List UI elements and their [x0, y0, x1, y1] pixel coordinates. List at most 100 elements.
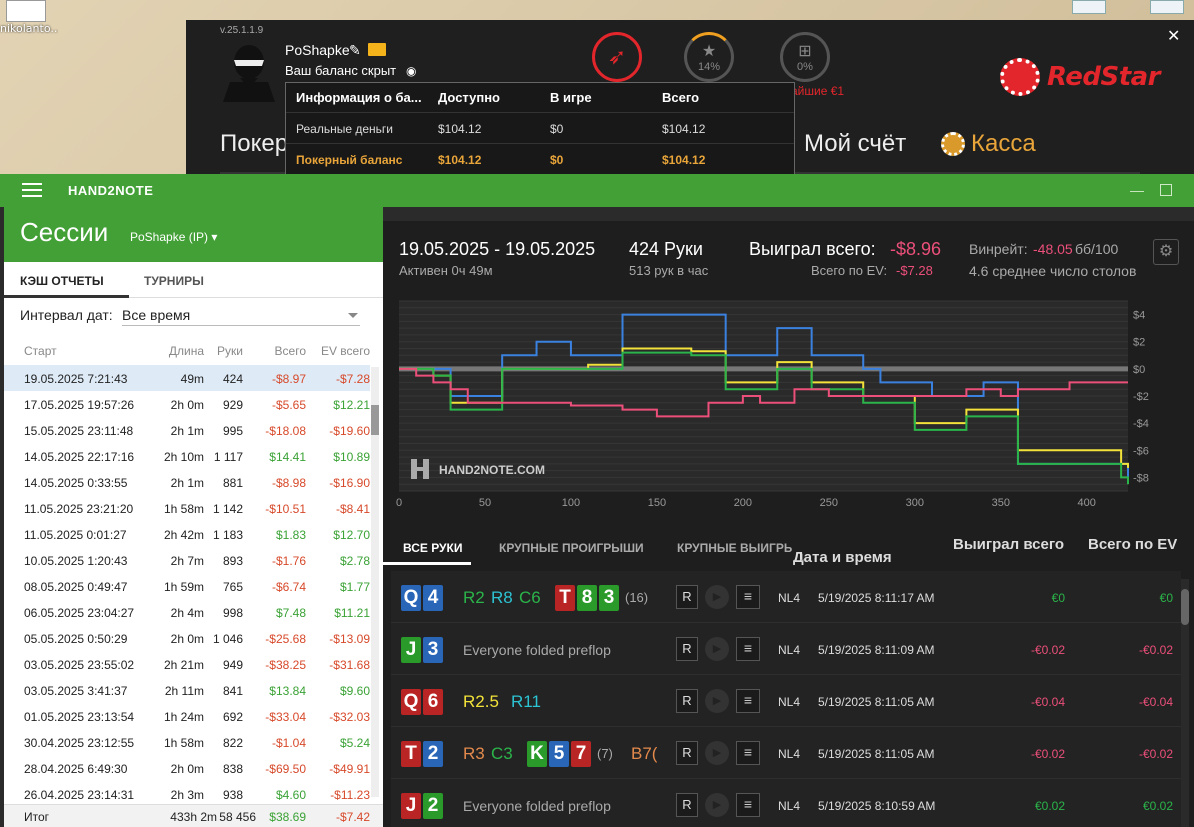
table-row[interactable]: 19.05.2025 7:21:43 49m 424 -$8.97 -$7.28 [4, 365, 370, 391]
player-selector[interactable]: PoShapke (IP) ▾ [130, 230, 217, 244]
table-row[interactable]: 28.04.2025 6:49:30 2h 0m 838 -$69.50 -$49.91 [4, 755, 370, 781]
table-cell: 2h 0m [170, 632, 204, 646]
table-row[interactable]: 15.05.2025 23:11:48 2h 1m 995 -$18.08 -$19.6… [4, 417, 370, 443]
table-cell: $10.89 [333, 450, 370, 464]
hands-scrollbar[interactable] [1181, 579, 1189, 827]
replay-button[interactable]: R [676, 689, 698, 713]
edit-icon[interactable]: ✎ [349, 42, 361, 59]
column-header[interactable]: Руки [217, 344, 243, 358]
eye-icon[interactable]: ◉ [406, 64, 416, 78]
avatar[interactable] [218, 42, 280, 102]
table-row[interactable]: 14.05.2025 0:33:55 2h 1m 881 -$8.98 -$16.90 [4, 469, 370, 495]
hand-row[interactable]: Q 6 R2.5 R11 R ▶ ≡ NL4 5/19/2025 8:11:05 AM -€0.0… [391, 675, 1181, 727]
hole-cards: T2 [401, 741, 443, 767]
scrollbar[interactable] [371, 367, 379, 797]
table-header: Старт Длина Руки Всего EV всего [4, 337, 370, 365]
hand-row[interactable]: T 2 R3 C3 K 5 7 (7) B7(R ▶ ≡ NL4 5/19/2025 8:11:05 A… [391, 727, 1181, 779]
playing-card: 4 [423, 585, 443, 611]
sessions-title: Сессии [20, 217, 109, 247]
hand-history-icon[interactable]: ≡ [736, 585, 760, 609]
hand-history-icon[interactable]: ≡ [736, 793, 760, 817]
hand-history-icon[interactable]: ≡ [736, 741, 760, 765]
maximize-icon[interactable] [1160, 184, 1172, 196]
table-row[interactable]: 17.05.2025 19:57:26 2h 0m 929 -$5.65 $12.21 [4, 391, 370, 417]
hand-row[interactable]: J 3 Everyone folded preflop R ▶ ≡ NL4 5/19/2025… [391, 623, 1181, 675]
column-header[interactable]: Длина [169, 344, 204, 358]
table-cell: 1h 59m [163, 580, 204, 594]
table-row[interactable]: 11.05.2025 23:21:20 1h 58m 1 142 -$10.51 -$8… [4, 495, 370, 521]
table-row[interactable]: 03.05.2025 3:41:37 2h 11m 841 $13.84 $9.60 [4, 677, 370, 703]
replay-button[interactable]: R [676, 741, 698, 765]
table-row[interactable]: 06.05.2025 23:04:27 2h 4m 998 $7.48 $11.21 [4, 599, 370, 625]
table-cell: 765 [222, 580, 243, 594]
replay-button[interactable]: R [676, 793, 698, 817]
desktop-shortcut-icon[interactable] [1150, 0, 1184, 14]
gift-progress[interactable]: ⊞ 0% [780, 32, 830, 82]
y-tick-label: -$8 [1133, 472, 1149, 484]
watermark-logo-icon [423, 459, 429, 479]
tab-all-hands[interactable]: ВСЕ РУКИ [403, 541, 462, 555]
table-row[interactable]: 03.05.2025 23:55:02 2h 21m 949 -$38.25 -$31.… [4, 651, 370, 677]
hand-history-icon[interactable]: ≡ [736, 689, 760, 713]
hand-history-icon[interactable]: ≡ [736, 637, 760, 661]
tab-big-wins[interactable]: КРУПНЫЕ ВЫИГРЫ [677, 541, 793, 555]
date-filter-select[interactable]: Все время [122, 307, 360, 326]
hands-tabs: ВСЕ РУКИ КРУПНЫЕ ПРОИГРЫШИ КРУПНЫЕ ВЫИГР… [383, 528, 1194, 566]
scrollbar-thumb[interactable] [1181, 589, 1189, 625]
table-row[interactable]: 14.05.2025 22:17:16 2h 10m 1 117 $14.41 $10.… [4, 443, 370, 469]
table-cell: 2h 10m [163, 450, 204, 464]
footer-cell: 58 456 [219, 810, 256, 824]
desktop-shortcut-icon[interactable] [1072, 0, 1106, 14]
nav-poker[interactable]: Покер [220, 130, 288, 158]
column-header[interactable]: Всего [275, 344, 306, 358]
table-row[interactable]: 08.05.2025 0:49:47 1h 59m 765 -$6.74 $1.77 [4, 573, 370, 599]
table-row[interactable]: 10.05.2025 1:20:43 2h 7m 893 -$1.76 $2.78 [4, 547, 370, 573]
popup-cell: Реальные деньги [296, 121, 393, 136]
table-row[interactable]: 11.05.2025 0:01:27 2h 42m 1 183 $1.83 $12.70 [4, 521, 370, 547]
play-icon[interactable]: ▶ [705, 637, 729, 661]
table-cell: 01.05.2025 23:13:54 [24, 710, 135, 724]
play-icon[interactable]: ▶ [705, 793, 729, 817]
hole-cards: Q6 [401, 689, 443, 715]
play-icon[interactable]: ▶ [705, 741, 729, 765]
hand-row[interactable]: Q 4 R2 R8 C6 T 8 3 (16) R ▶ ≡ NL4 5/19/2025 8:11:17 A… [391, 571, 1181, 623]
hand-row[interactable]: J 2 Everyone folded preflop R ▶ ≡ NL4 5/19/2025… [391, 779, 1181, 827]
table-cell: 11.05.2025 0:01:27 [24, 528, 127, 542]
close-icon[interactable]: ✕ [1167, 26, 1180, 46]
table-cell: -$25.68 [265, 632, 306, 646]
popup-cell: Покерный баланс [296, 153, 403, 167]
mail-icon[interactable] [368, 43, 386, 56]
minimize-icon[interactable]: — [1130, 182, 1144, 198]
scrollbar-thumb[interactable] [371, 405, 379, 435]
desktop-icon-label[interactable]: nikolanto... [0, 22, 58, 35]
y-tick-label: $4 [1133, 310, 1145, 322]
desktop-file-icon[interactable] [6, 0, 46, 22]
avg-tables: 4.6 среднее число столов [969, 263, 1137, 279]
table-cell: -$31.68 [329, 658, 370, 672]
nav-my-account[interactable]: Мой счёт [804, 130, 906, 158]
nav-cashier[interactable]: Касса [971, 130, 1036, 158]
gear-icon[interactable]: ⚙ [1153, 239, 1179, 265]
col-won[interactable]: Выиграл всего [953, 536, 1064, 553]
hamburger-menu-icon[interactable] [22, 183, 42, 197]
replay-button[interactable]: R [676, 585, 698, 609]
replay-button[interactable]: R [676, 637, 698, 661]
pot-size: (7) [597, 746, 613, 761]
play-icon[interactable]: ▶ [705, 689, 729, 713]
level-progress[interactable]: ★ 14% [684, 32, 734, 82]
table-row[interactable]: 01.05.2025 23:13:54 1h 24m 692 -$33.04 -$32.… [4, 703, 370, 729]
popup-cell: $0 [550, 153, 564, 167]
col-ev[interactable]: Всего по EV [1088, 536, 1177, 553]
hand-won: €0.02 [1034, 799, 1065, 813]
play-icon[interactable]: ▶ [705, 585, 729, 609]
tab-big-losses[interactable]: КРУПНЫЕ ПРОИГРЫШИ [499, 541, 644, 555]
column-header[interactable]: EV всего [321, 344, 370, 358]
column-header[interactable]: Старт [24, 344, 57, 358]
table-row[interactable]: 05.05.2025 0:50:29 2h 0m 1 046 -$25.68 -$13.… [4, 625, 370, 651]
promo-text[interactable]: айшие €1 [791, 84, 844, 98]
tab-cash-reports[interactable]: КЭШ ОТЧЕТЫ [4, 262, 129, 298]
table-row[interactable]: 30.04.2025 23:12:55 1h 58m 822 -$1.04 $5.24 [4, 729, 370, 755]
tab-tournaments[interactable]: ТУРНИРЫ [144, 274, 204, 288]
rocket-icon[interactable]: ➶ [592, 32, 642, 82]
x-tick-label: 350 [992, 497, 1010, 509]
